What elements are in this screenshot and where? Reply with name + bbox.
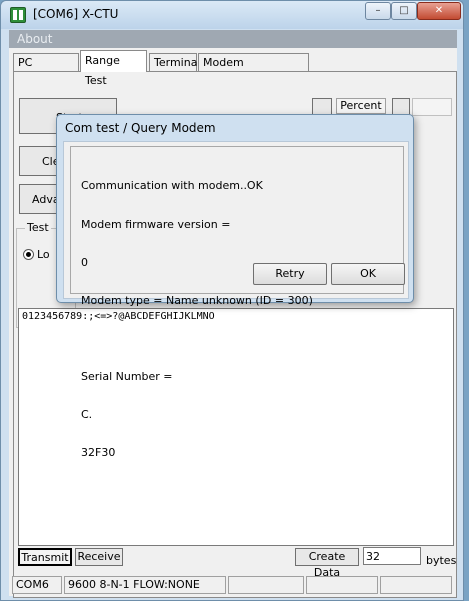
dialog-message-group: Communication with modem..OK Modem firmw…: [70, 146, 405, 459]
receive-button[interactable]: Receive: [75, 548, 123, 566]
percent-value-box: [412, 98, 452, 116]
status-settings: 9600 8-N-1 FLOW:NONE: [64, 576, 226, 594]
menu-bar: About: [9, 30, 457, 48]
tab-pc-settings[interactable]: PC Settings: [13, 53, 79, 86]
tab-terminal[interactable]: Terminal: [149, 53, 201, 71]
retry-button[interactable]: Retry: [253, 263, 327, 285]
message-line: Modem type = Name unknown (ID = 300): [81, 293, 313, 307]
message-line: ​: [81, 333, 313, 346]
tab-modem-configuration[interactable]: Modem Configuration: [198, 53, 309, 86]
close-button[interactable]: ✕: [417, 2, 461, 20]
window-title: [COM6] X-CTU: [33, 7, 119, 21]
status-cell-3: [228, 576, 304, 594]
message-line: Serial Number =: [81, 369, 173, 383]
status-bar: COM6 9600 8-N-1 FLOW:NONE: [12, 576, 452, 594]
create-data-button[interactable]: Create Data: [295, 548, 359, 579]
message-line: Communication with modem..OK: [81, 179, 263, 193]
ok-button[interactable]: OK: [331, 263, 405, 285]
dialog-title: Com test / Query Modem: [65, 121, 216, 135]
dialog-message: Communication with modem..OK Modem firmw…: [81, 155, 313, 485]
loop-radio[interactable]: [23, 249, 34, 260]
status-cell-4: [306, 576, 378, 594]
loop-label: Lo: [37, 248, 50, 261]
message-line: 32F30: [81, 446, 116, 460]
clear-button[interactable]: Cle: [19, 146, 59, 176]
message-line: Modem firmware version =: [81, 217, 231, 231]
bytes-label: bytes: [426, 554, 457, 567]
status-port: COM6: [12, 576, 62, 594]
status-cell-5: [380, 576, 452, 594]
dialog-body: Communication with modem..OK Modem firmw…: [63, 141, 409, 459]
test-group-label: Test: [25, 221, 51, 234]
bytes-input[interactable]: [363, 547, 421, 565]
maximize-button[interactable]: □: [391, 2, 417, 20]
minimize-button[interactable]: –: [365, 2, 391, 20]
transmit-button[interactable]: Transmit: [18, 548, 72, 566]
message-line: C.: [81, 408, 93, 422]
xctu-app-icon: [10, 7, 26, 23]
title-bar[interactable]: [COM6] X-CTU – □ ✕: [1, 1, 463, 29]
advanced-button[interactable]: Adva: [19, 184, 59, 214]
tab-range-test[interactable]: Range Test: [80, 50, 147, 87]
query-modem-dialog: Com test / Query Modem Communication wit…: [56, 114, 414, 459]
menu-about[interactable]: About: [17, 32, 52, 46]
percent-label: Percent: [336, 98, 386, 114]
